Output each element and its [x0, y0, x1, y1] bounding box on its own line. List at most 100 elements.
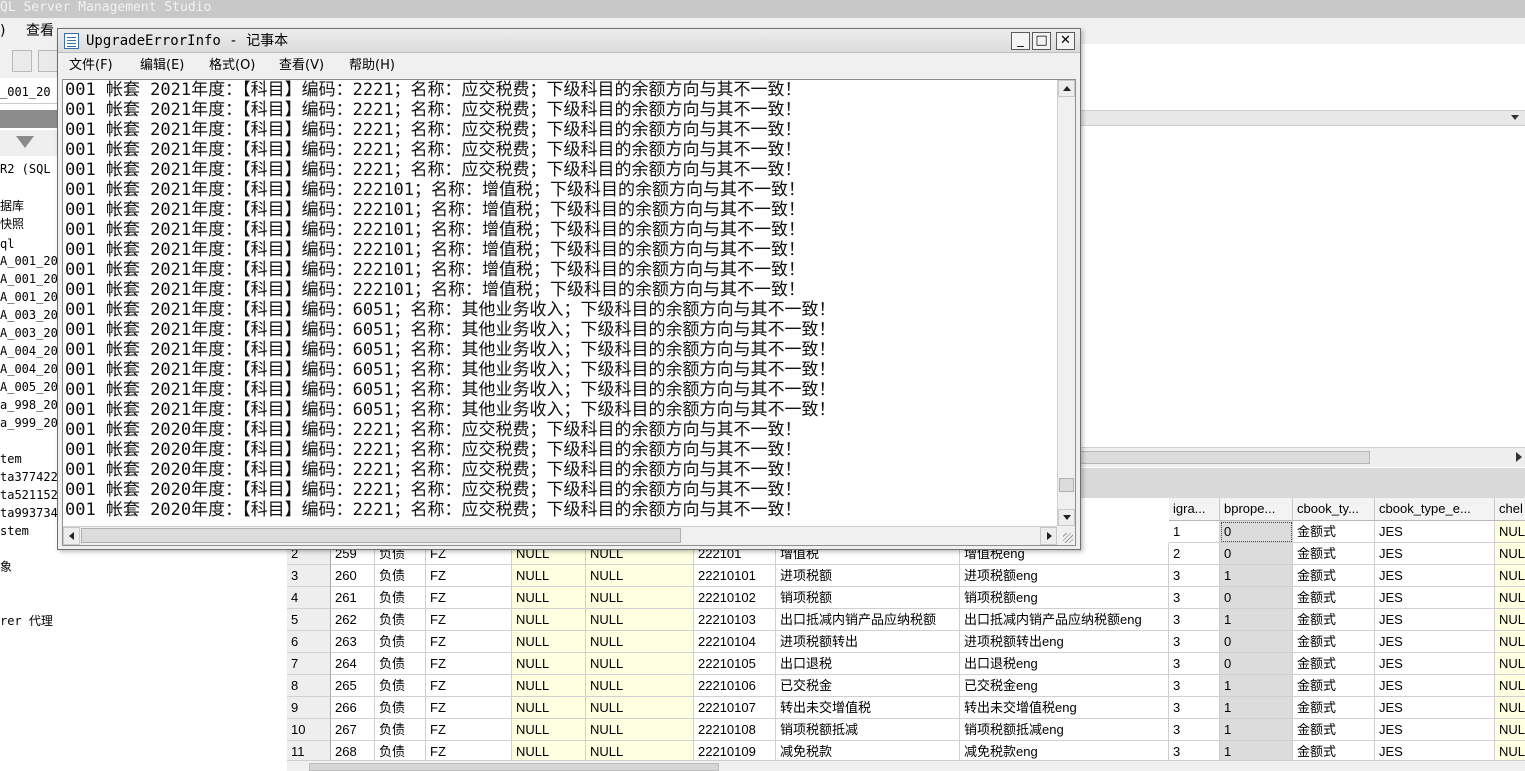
grid-cell[interactable]: FZ	[426, 653, 512, 675]
grid-cell[interactable]: 264	[331, 653, 375, 675]
grid-cell[interactable]: 1	[1220, 719, 1293, 741]
grid-cell[interactable]: JES	[1375, 543, 1495, 565]
grid-cell[interactable]: 0	[1220, 631, 1293, 653]
new-file-icon[interactable]	[12, 50, 32, 72]
tree-item[interactable]: 据库	[0, 197, 24, 215]
grid-cell[interactable]: NUL	[1495, 565, 1525, 587]
grid-cell[interactable]: 负债	[375, 697, 426, 719]
resize-grip-icon[interactable]	[1057, 526, 1075, 545]
grid-cell[interactable]: 销项税额抵减eng	[960, 719, 1169, 741]
grid-cell[interactable]: 进项税额eng	[960, 565, 1169, 587]
grid-cell[interactable]: 转出未交增值税eng	[960, 697, 1169, 719]
grid-cell[interactable]: 出口抵减内销产品应纳税额eng	[960, 609, 1169, 631]
grid-cell[interactable]: NUL	[1495, 741, 1525, 760]
grid-cell[interactable]: NULL	[586, 719, 694, 741]
grid-cell[interactable]: NUL	[1495, 587, 1525, 609]
grid-cell[interactable]: JES	[1375, 675, 1495, 697]
scroll-thumb[interactable]	[1080, 451, 1370, 464]
grid-cell[interactable]: 3	[1169, 719, 1220, 741]
grid-cell[interactable]: FZ	[426, 697, 512, 719]
grid-cell[interactable]: JES	[1375, 741, 1495, 760]
tree-item[interactable]: a_998_20	[0, 396, 58, 414]
grid-cell[interactable]: NULL	[586, 741, 694, 760]
tree-item[interactable]: ta377422	[0, 468, 58, 486]
grid-cell[interactable]: 1	[1169, 521, 1220, 543]
grid-cell[interactable]: 负债	[375, 565, 426, 587]
grid-cell[interactable]: 2	[1169, 543, 1220, 565]
grid-cell[interactable]: 0	[1220, 521, 1293, 543]
grid-cell[interactable]: 1	[1220, 675, 1293, 697]
grid-cell[interactable]: 22210109	[694, 741, 776, 760]
notepad-text-area[interactable]: 001 帐套 2021年度：【科目】编码：2221；名称：应交税费；下级科目的余…	[62, 79, 1076, 546]
grid-cell[interactable]: 金额式	[1293, 543, 1375, 565]
grid-cell[interactable]: NULL	[512, 565, 586, 587]
grid-cell[interactable]: 出口抵减内销产品应纳税额	[776, 609, 960, 631]
grid-cell[interactable]: JES	[1375, 565, 1495, 587]
scroll-right-icon[interactable]	[1516, 452, 1522, 462]
grid-cell[interactable]: 22210108	[694, 719, 776, 741]
grid-cell[interactable]: 负债	[375, 587, 426, 609]
grid-cell[interactable]: NULL	[586, 631, 694, 653]
row-number[interactable]: 3	[287, 565, 331, 587]
filter-icon[interactable]	[16, 136, 34, 148]
grid-cell[interactable]: FZ	[426, 631, 512, 653]
tree-item[interactable]: a_999_20	[0, 414, 58, 432]
tree-item[interactable]: A_001_20	[0, 252, 58, 270]
grid-cell[interactable]: FZ	[426, 719, 512, 741]
close-button[interactable]: ✕	[1056, 32, 1075, 50]
menu-view[interactable]: 查看(V)	[279, 54, 324, 78]
grid-cell[interactable]: 1	[1220, 697, 1293, 719]
grid-cell[interactable]: 销项税额	[776, 587, 960, 609]
grid-cell[interactable]: FZ	[426, 587, 512, 609]
grid-cell[interactable]: NUL	[1495, 653, 1525, 675]
row-number[interactable]: 8	[287, 675, 331, 697]
tree-item[interactable]: A_003_20	[0, 306, 58, 324]
grid-cell[interactable]: 金额式	[1293, 741, 1375, 760]
grid-cell[interactable]: 销项税额eng	[960, 587, 1169, 609]
menu-file[interactable]: 文件(F)	[69, 54, 113, 78]
grid-cell[interactable]: 金额式	[1293, 631, 1375, 653]
column-header[interactable]: cbook_ty...	[1293, 498, 1375, 521]
grid-cell[interactable]: 0	[1220, 587, 1293, 609]
grid-cell[interactable]: 1	[1220, 565, 1293, 587]
ssms-menu-view[interactable]: 查看	[26, 18, 54, 44]
grid-cell[interactable]: JES	[1375, 653, 1495, 675]
grid-cell[interactable]: 金额式	[1293, 719, 1375, 741]
grid-cell[interactable]: NUL	[1495, 697, 1525, 719]
grid-cell[interactable]: NULL	[512, 653, 586, 675]
tree-item[interactable]: ta993734	[0, 504, 58, 522]
grid-cell[interactable]: NUL	[1495, 543, 1525, 565]
grid-cell[interactable]: 负债	[375, 609, 426, 631]
database-combo[interactable]: _001_20	[0, 80, 60, 104]
grid-cell[interactable]: 3	[1169, 653, 1220, 675]
grid-cell[interactable]: NULL	[586, 565, 694, 587]
row-number[interactable]: 4	[287, 587, 331, 609]
row-number[interactable]: 5	[287, 609, 331, 631]
grid-cell[interactable]: 出口退税eng	[960, 653, 1169, 675]
tree-item[interactable]: tem	[0, 450, 22, 468]
grid-cell[interactable]: JES	[1375, 719, 1495, 741]
grid-cell[interactable]: 已交税金eng	[960, 675, 1169, 697]
grid-cell[interactable]: 0	[1220, 543, 1293, 565]
scroll-down-icon[interactable]	[1058, 509, 1075, 526]
notepad-vscrollbar[interactable]	[1057, 80, 1075, 526]
grid-cell[interactable]: JES	[1375, 521, 1495, 543]
grid-cell[interactable]: 22210105	[694, 653, 776, 675]
grid-cell[interactable]: 减免税款eng	[960, 741, 1169, 760]
row-number[interactable]: 9	[287, 697, 331, 719]
scroll-thumb[interactable]	[309, 763, 719, 771]
query-icon[interactable]	[38, 50, 58, 72]
tree-item[interactable]: ql	[0, 235, 14, 253]
grid-cell[interactable]: 负债	[375, 631, 426, 653]
grid-cell[interactable]: 22210102	[694, 587, 776, 609]
grid-cell[interactable]: 266	[331, 697, 375, 719]
column-header[interactable]: igra...	[1169, 498, 1220, 521]
grid-cell[interactable]: 负债	[375, 741, 426, 760]
grid-cell[interactable]: 金额式	[1293, 521, 1375, 543]
grid-cell[interactable]: 已交税金	[776, 675, 960, 697]
grid-cell[interactable]: 进项税额	[776, 565, 960, 587]
grid-cell[interactable]: 3	[1169, 609, 1220, 631]
row-number[interactable]: 11	[287, 741, 331, 760]
grid-cell[interactable]: JES	[1375, 697, 1495, 719]
tree-item[interactable]: 快照	[0, 215, 24, 233]
